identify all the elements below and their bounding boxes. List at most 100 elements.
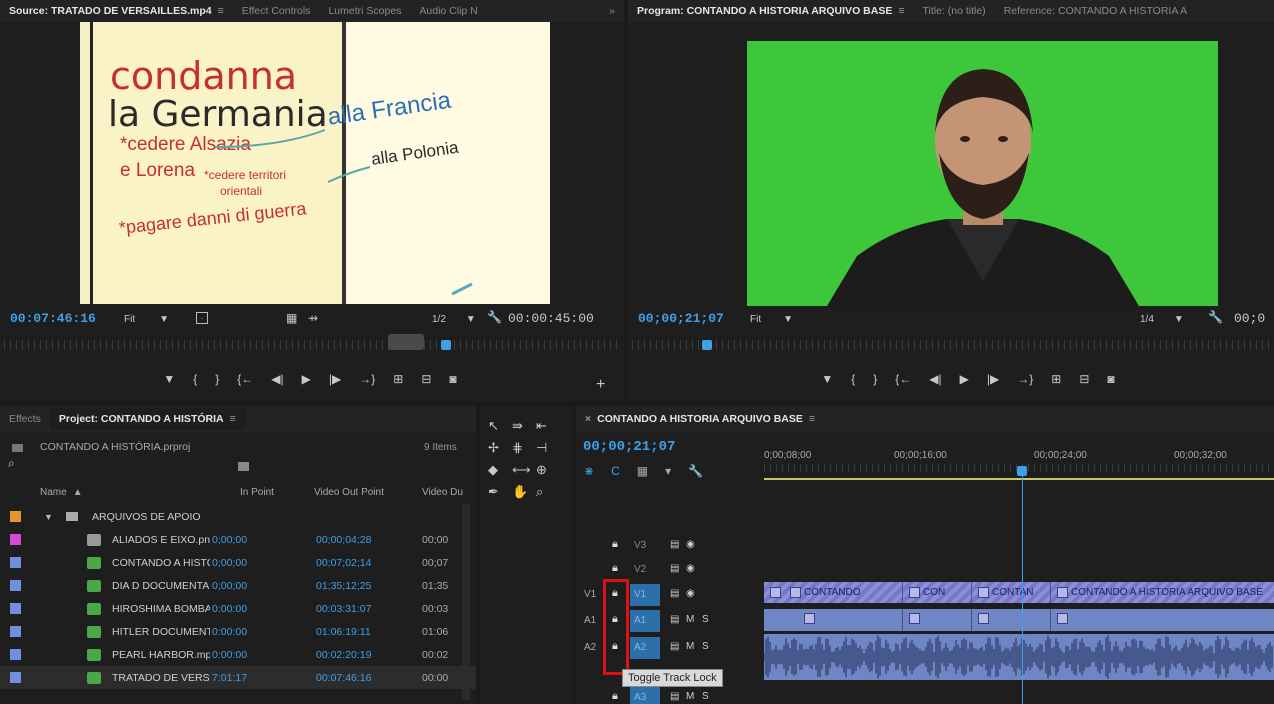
lift-icon[interactable]: ⊞: [1051, 372, 1061, 386]
audio-clip-a1-4[interactable]: [1051, 609, 1274, 631]
mark-out-icon[interactable]: }: [215, 372, 219, 386]
slip-tool-icon[interactable]: ◆: [488, 462, 510, 478]
source-zoom-bar[interactable]: [388, 334, 424, 350]
wrench-icon[interactable]: 🔧: [1208, 310, 1223, 324]
in-point-value[interactable]: 7:01:17: [212, 672, 282, 684]
new-bin-icon[interactable]: [238, 462, 249, 471]
track-target[interactable]: A1: [630, 610, 660, 632]
clip-v1-2[interactable]: CON: [903, 582, 972, 603]
list-item[interactable]: HITLER DOCUMENTAR0:00:00 01:06:19:11 01:06: [0, 620, 476, 643]
column-out-point[interactable]: Video Out Point: [314, 487, 384, 498]
track-target[interactable]: V2: [630, 559, 660, 581]
mute-button[interactable]: M: [686, 691, 694, 702]
tab-sequence[interactable]: × CONTANDO A HISTORIA ARQUIVO BASE ≡: [576, 408, 824, 430]
list-item-folder[interactable]: ▼ ARQUIVOS DE APOIO: [0, 505, 476, 528]
list-item[interactable]: PEARL HARBOR.mp4 0:00:00 00:02:20:19 00:02: [0, 643, 476, 666]
track-select-tool-icon[interactable]: ⇛: [512, 418, 534, 434]
mark-out-icon[interactable]: }: [873, 372, 877, 386]
source-time-ruler[interactable]: [4, 340, 619, 350]
sync-lock-icon[interactable]: ▤: [670, 588, 679, 599]
tab-effect-controls[interactable]: Effect Controls: [233, 0, 320, 22]
sync-lock-icon[interactable]: ▤: [670, 641, 679, 652]
close-icon[interactable]: ×: [585, 413, 591, 425]
track-target[interactable]: V1: [630, 584, 660, 606]
panel-menu-icon[interactable]: ≡: [898, 5, 904, 17]
search-input[interactable]: [22, 458, 222, 472]
label-color-swatch[interactable]: [10, 626, 21, 637]
label-color-swatch[interactable]: [10, 649, 21, 660]
in-point-value[interactable]: 0:00:00: [212, 626, 282, 638]
camera-icon[interactable]: ◙: [449, 372, 456, 386]
in-point-value[interactable]: 0;00;00: [212, 557, 282, 569]
lock-icon[interactable]: 🔒︎: [612, 538, 618, 551]
tab-overflow-icon[interactable]: »: [600, 0, 624, 22]
in-point-value[interactable]: 0:00:00: [212, 603, 282, 615]
mark-in-icon[interactable]: {: [193, 372, 197, 386]
search-icon[interactable]: ⌕: [8, 456, 15, 471]
slide-tool-icon[interactable]: ⟷: [512, 462, 534, 478]
tab-program[interactable]: Program: CONTANDO A HISTORIA ARQUIVO BAS…: [628, 0, 913, 22]
source-patch-label[interactable]: A2: [584, 642, 596, 653]
settings-square-icon[interactable]: ·: [196, 312, 208, 324]
source-playhead[interactable]: [440, 340, 451, 350]
add-marker-icon[interactable]: ▼: [163, 372, 175, 386]
pen-tool-icon[interactable]: ✒: [488, 484, 510, 500]
out-point-value[interactable]: 00:07:46:16: [316, 672, 396, 684]
column-name[interactable]: Name ▲: [40, 487, 83, 498]
step-forward-icon[interactable]: |▶: [987, 372, 999, 386]
timeline-playhead-head[interactable]: [1017, 466, 1027, 476]
disclosure-triangle-icon[interactable]: ▼: [44, 512, 53, 522]
extract-icon[interactable]: ⊟: [1079, 372, 1089, 386]
rate-stretch-tool-icon[interactable]: ⋕: [512, 440, 534, 456]
out-point-value[interactable]: 00:02:20:19: [316, 649, 396, 661]
list-item[interactable]: ALIADOS E EIXO.png 0;00;00 00;00;04;28 00;0…: [0, 528, 476, 551]
step-back-icon[interactable]: ◀︎|: [271, 372, 283, 386]
clip-v1-1[interactable]: CONTANDO: [764, 582, 903, 603]
go-to-in-icon[interactable]: {←: [895, 372, 911, 386]
panel-menu-icon[interactable]: ≡: [230, 413, 236, 425]
sync-lock-icon[interactable]: ▤: [670, 539, 679, 550]
insert-icon[interactable]: ⊞: [393, 372, 403, 386]
label-color-swatch[interactable]: [10, 511, 21, 522]
step-back-icon[interactable]: ◀︎|: [929, 372, 941, 386]
hand-tool-icon[interactable]: ✋: [512, 484, 534, 500]
out-point-value[interactable]: 01:06:19:11: [316, 626, 396, 638]
audio-clip-a1-1[interactable]: [764, 609, 903, 631]
rolling-edit-tool-icon[interactable]: ✢: [488, 440, 510, 456]
panel-menu-icon[interactable]: ≡: [218, 5, 224, 17]
eye-icon[interactable]: ◉: [686, 588, 695, 599]
list-item[interactable]: HIROSHIMA BOMBA.m0:00:00 00:03:31:07 00:03: [0, 597, 476, 620]
sync-lock-icon[interactable]: ▤: [670, 691, 679, 702]
source-patch-label[interactable]: A1: [584, 615, 596, 626]
out-point-value[interactable]: 00;07;02;14: [316, 557, 396, 569]
work-area-bar[interactable]: [764, 478, 1274, 480]
go-to-out-icon[interactable]: →}: [359, 372, 375, 386]
add-marker-icon[interactable]: ▦: [637, 464, 648, 478]
panel-menu-icon[interactable]: ≡: [809, 413, 815, 425]
drag-audio-icon[interactable]: ⇸: [308, 311, 318, 325]
go-to-in-icon[interactable]: {←: [237, 372, 253, 386]
in-point-value[interactable]: 0;00;00: [212, 580, 282, 592]
add-marker-icon[interactable]: ▼: [821, 372, 833, 386]
marker-icon[interactable]: ▾: [665, 464, 671, 478]
audio-clip-a1-2[interactable]: [903, 609, 972, 631]
add-button-icon[interactable]: +: [596, 376, 605, 394]
out-point-value[interactable]: 00:03:31:07: [316, 603, 396, 615]
column-duration[interactable]: Video Du: [422, 487, 463, 498]
label-color-swatch[interactable]: [10, 580, 21, 591]
zoom-tool-icon[interactable]: ⌕: [536, 484, 558, 500]
out-point-value[interactable]: 01;35;12;25: [316, 580, 396, 592]
label-color-swatch[interactable]: [10, 672, 21, 683]
sync-lock-icon[interactable]: ▤: [670, 563, 679, 574]
mute-button[interactable]: M: [686, 614, 694, 625]
sync-lock-icon[interactable]: ▤: [670, 614, 679, 625]
source-timecode[interactable]: 00:07:46:16: [10, 311, 96, 326]
linked-selection-icon[interactable]: C: [611, 464, 620, 478]
program-timecode[interactable]: 00;00;21;07: [638, 311, 724, 326]
list-item[interactable]: TRATADO DE VERSAIL7:01:17 00:07:46:16 00:0…: [0, 666, 476, 689]
razor-tool-icon[interactable]: ⊣: [536, 440, 558, 456]
column-in-point[interactable]: In Point: [240, 487, 274, 498]
tab-title[interactable]: Title: (no title): [913, 0, 994, 22]
audio-clip-a2[interactable]: [764, 634, 1274, 680]
solo-button[interactable]: S: [702, 641, 709, 652]
